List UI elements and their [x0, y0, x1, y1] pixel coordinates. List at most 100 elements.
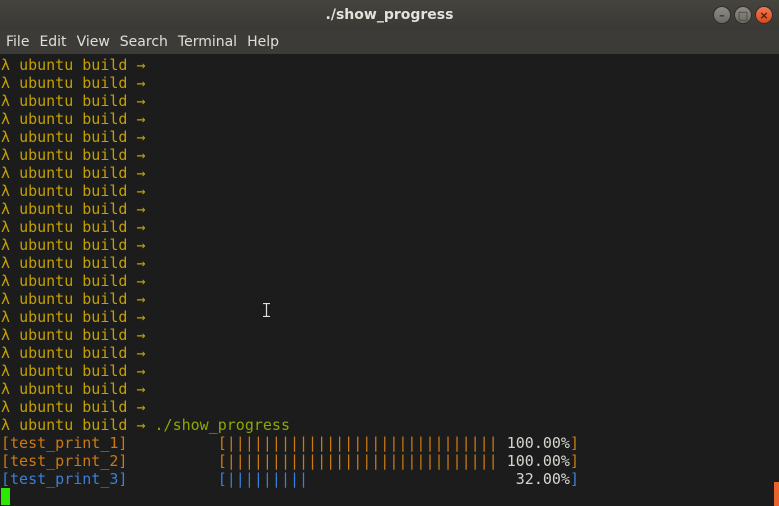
prompt-line: λ ubuntu build →: [1, 272, 146, 290]
prompt-host: ubuntu build: [19, 128, 137, 146]
progress-line: [test_print_2] [||||||||||||||||||||||||…: [1, 452, 579, 470]
prompt-lambda: λ: [1, 290, 20, 308]
prompt-line: λ ubuntu build →: [1, 290, 146, 308]
prompt-line: λ ubuntu build →: [1, 110, 146, 128]
prompt-arrow: →: [136, 254, 146, 272]
prompt-line: λ ubuntu build →: [1, 182, 146, 200]
prompt-host: ubuntu build: [19, 254, 137, 272]
prompt-arrow: →: [136, 92, 146, 110]
prompt-lambda: λ: [1, 254, 20, 272]
progress-bar: [||||||||||||||||||||||||||||||: [217, 434, 498, 452]
prompt-arrow: →: [136, 362, 146, 380]
title-bar[interactable]: ./show_progress – □ ×: [0, 0, 779, 30]
prompt-host: ubuntu build: [19, 74, 137, 92]
progress-line: [test_print_1] [||||||||||||||||||||||||…: [1, 434, 579, 452]
prompt-line: λ ubuntu build →: [1, 164, 146, 182]
terminal-window: ./show_progress – □ × File Edit View Sea…: [0, 0, 779, 506]
prompt-line: λ ubuntu build →: [1, 326, 146, 344]
window-title: ./show_progress: [325, 7, 454, 23]
prompt-host: ubuntu build: [19, 308, 137, 326]
prompt-lambda: λ: [1, 236, 20, 254]
prompt-arrow: →: [136, 74, 146, 92]
prompt-arrow: →: [136, 182, 146, 200]
command-line: λ ubuntu build → ./show_progress: [1, 416, 290, 434]
prompt-host: ubuntu build: [19, 236, 137, 254]
text-cursor: [1, 488, 10, 505]
scrollbar-thumb[interactable]: [774, 482, 779, 506]
prompt-line: λ ubuntu build →: [1, 74, 146, 92]
prompt-lambda: λ: [1, 326, 20, 344]
prompt-line: λ ubuntu build →: [1, 344, 146, 362]
prompt-host: ubuntu build: [19, 272, 137, 290]
prompt-host: ubuntu build: [19, 200, 137, 218]
maximize-button[interactable]: □: [734, 6, 752, 24]
prompt-host: ubuntu build: [19, 362, 137, 380]
prompt-line: λ ubuntu build →: [1, 362, 146, 380]
prompt-arrow: →: [136, 380, 146, 398]
progress-percent: 100.00%: [506, 434, 570, 452]
prompt-arrow: →: [136, 200, 146, 218]
prompt-arrow: →: [136, 164, 146, 182]
prompt-arrow: →: [136, 218, 146, 236]
prompt-arrow: →: [136, 344, 146, 362]
menu-search[interactable]: Search: [120, 34, 168, 50]
prompt-host: ubuntu build: [19, 92, 137, 110]
prompt-lambda: λ: [1, 182, 20, 200]
prompt-lambda: λ: [1, 92, 20, 110]
close-button[interactable]: ×: [755, 6, 773, 24]
prompt-lambda: λ: [1, 380, 20, 398]
prompt-arrow: →: [136, 236, 146, 254]
prompt-line: λ ubuntu build →: [1, 128, 146, 146]
progress-bracket-close: ]: [569, 434, 579, 452]
command-text: ./show_progress: [145, 416, 290, 434]
terminal-output[interactable]: λ ubuntu build → λ ubuntu build → λ ubuntu…: [0, 54, 779, 506]
prompt-host: ubuntu build: [19, 380, 137, 398]
ibeam-cursor-icon: [263, 303, 270, 317]
prompt-lambda: λ: [1, 74, 20, 92]
prompt-line: λ ubuntu build →: [1, 146, 146, 164]
progress-bracket-close: ]: [569, 470, 579, 488]
progress-label: [test_print_1]: [1, 434, 128, 452]
progress-label: [test_print_2]: [1, 452, 128, 470]
prompt-line: λ ubuntu build →: [1, 308, 146, 326]
progress-label: [test_print_3]: [1, 470, 128, 488]
prompt-arrow: →: [136, 272, 146, 290]
prompt-arrow: →: [136, 128, 146, 146]
prompt-arrow: →: [136, 56, 146, 74]
prompt-host: ubuntu build: [19, 164, 137, 182]
progress-bracket-close: ]: [569, 452, 579, 470]
prompt-host: ubuntu build: [19, 56, 137, 74]
prompt-lambda: λ: [1, 272, 20, 290]
progress-line: [test_print_3] [||||||||| 32.00%]: [1, 470, 579, 488]
prompt-lambda: λ: [1, 344, 20, 362]
prompt-host: ubuntu build: [19, 182, 137, 200]
prompt-host: ubuntu build: [19, 398, 137, 416]
prompt-line: λ ubuntu build →: [1, 218, 146, 236]
progress-percent: 32.00%: [515, 470, 570, 488]
prompt-host: ubuntu build: [19, 110, 137, 128]
prompt-host: ubuntu build: [19, 344, 137, 362]
progress-bar: [|||||||||: [217, 470, 309, 488]
menu-terminal[interactable]: Terminal: [178, 34, 237, 50]
prompt-host: ubuntu build: [19, 290, 137, 308]
prompt-arrow: →: [136, 308, 146, 326]
minimize-button[interactable]: –: [713, 6, 731, 24]
prompt-lambda: λ: [1, 362, 20, 380]
prompt-host: ubuntu build: [19, 218, 137, 236]
menu-help[interactable]: Help: [247, 34, 279, 50]
prompt-arrow: →: [136, 326, 146, 344]
prompt-line: λ ubuntu build →: [1, 236, 146, 254]
menu-file[interactable]: File: [6, 34, 29, 50]
menu-edit[interactable]: Edit: [39, 34, 66, 50]
prompt-lambda: λ: [1, 110, 20, 128]
prompt-arrow: →: [136, 290, 146, 308]
prompt-line: λ ubuntu build →: [1, 200, 146, 218]
prompt-lambda: λ: [1, 308, 20, 326]
menu-view[interactable]: View: [77, 34, 110, 50]
